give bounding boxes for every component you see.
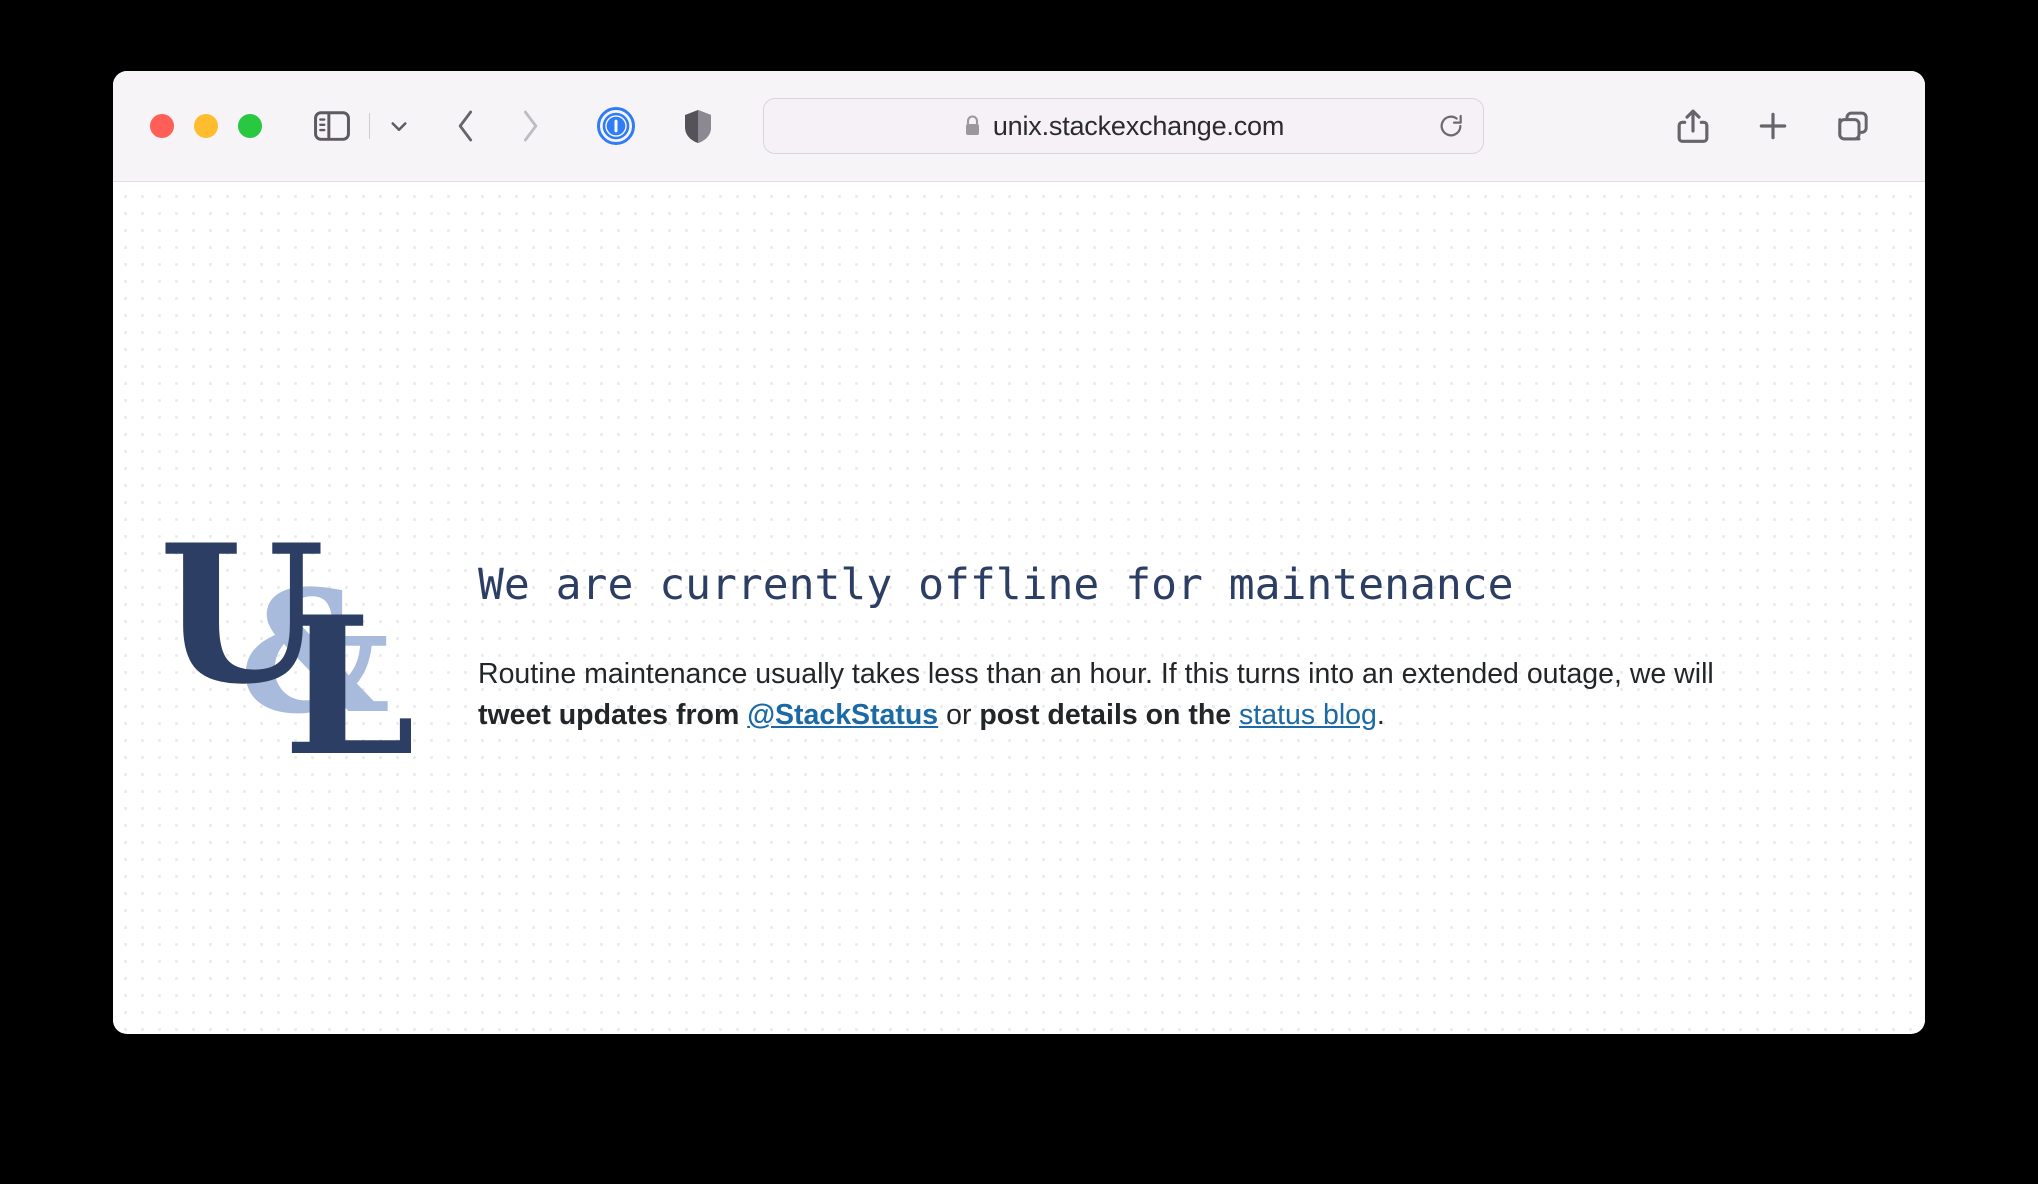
stackstatus-link[interactable]: @StackStatus bbox=[747, 699, 938, 731]
privacy-report-button[interactable] bbox=[678, 106, 718, 146]
zoom-window-button[interactable] bbox=[238, 114, 262, 138]
lock-icon bbox=[965, 115, 979, 135]
chevron-down-icon bbox=[391, 122, 407, 131]
toolbar-extensions bbox=[596, 106, 718, 146]
url-display: unix.stackexchange.com bbox=[963, 111, 1284, 142]
close-window-button[interactable] bbox=[150, 114, 174, 138]
chevron-right-icon bbox=[523, 110, 538, 142]
page-title: We are currently offline for maintenance bbox=[478, 560, 1514, 610]
forward-button[interactable] bbox=[516, 106, 544, 146]
privacy-shield-icon bbox=[685, 110, 711, 143]
share-button[interactable] bbox=[1673, 106, 1713, 146]
traffic-lights bbox=[150, 114, 262, 138]
share-icon bbox=[1677, 109, 1709, 143]
toolbar-divider bbox=[369, 113, 370, 139]
sidebar-toggle-button[interactable] bbox=[311, 105, 353, 147]
sidebar-icon bbox=[314, 111, 350, 141]
description-mid: or bbox=[938, 699, 980, 731]
sidebar-controls bbox=[311, 105, 414, 147]
page-content: & U L We are currently offline for maint… bbox=[113, 182, 1925, 1033]
plus-icon bbox=[1759, 112, 1787, 140]
status-blog-link[interactable]: status blog bbox=[1239, 699, 1377, 731]
description-end: . bbox=[1376, 699, 1385, 731]
url-text: unix.stackexchange.com bbox=[992, 110, 1285, 141]
back-button[interactable] bbox=[452, 106, 480, 146]
maintenance-description: Routine maintenance usually takes less t… bbox=[478, 654, 1788, 736]
1password-extension-button[interactable] bbox=[596, 106, 636, 146]
description-part-1: Routine maintenance usually takes less t… bbox=[478, 658, 1714, 690]
minimize-window-button[interactable] bbox=[194, 114, 218, 138]
1password-icon bbox=[597, 107, 635, 145]
description-bold-2: post details on the bbox=[979, 699, 1240, 731]
new-tab-button[interactable] bbox=[1753, 106, 1793, 146]
tab-overview-icon bbox=[1838, 111, 1868, 141]
unix-linux-stackexchange-logo: & U L bbox=[161, 521, 411, 761]
browser-toolbar: unix.stackexchange.com bbox=[113, 71, 1925, 182]
maintenance-message: We are currently offline for maintenance… bbox=[478, 560, 1798, 736]
chevron-left-icon bbox=[458, 110, 473, 142]
sidebar-dropdown-button[interactable] bbox=[384, 111, 414, 141]
reload-page-button[interactable] bbox=[1437, 112, 1465, 140]
toolbar-right-actions bbox=[1673, 106, 1873, 146]
reload-icon bbox=[1440, 114, 1462, 137]
description-bold-1: tweet updates from bbox=[478, 699, 748, 731]
logo-letter-l: L bbox=[283, 575, 411, 761]
navigation-arrows bbox=[452, 106, 544, 146]
address-bar[interactable]: unix.stackexchange.com bbox=[763, 98, 1484, 154]
tab-overview-button[interactable] bbox=[1833, 106, 1873, 146]
safari-browser-window: unix.stackexchange.com & U L We are curr… bbox=[113, 71, 1925, 1034]
